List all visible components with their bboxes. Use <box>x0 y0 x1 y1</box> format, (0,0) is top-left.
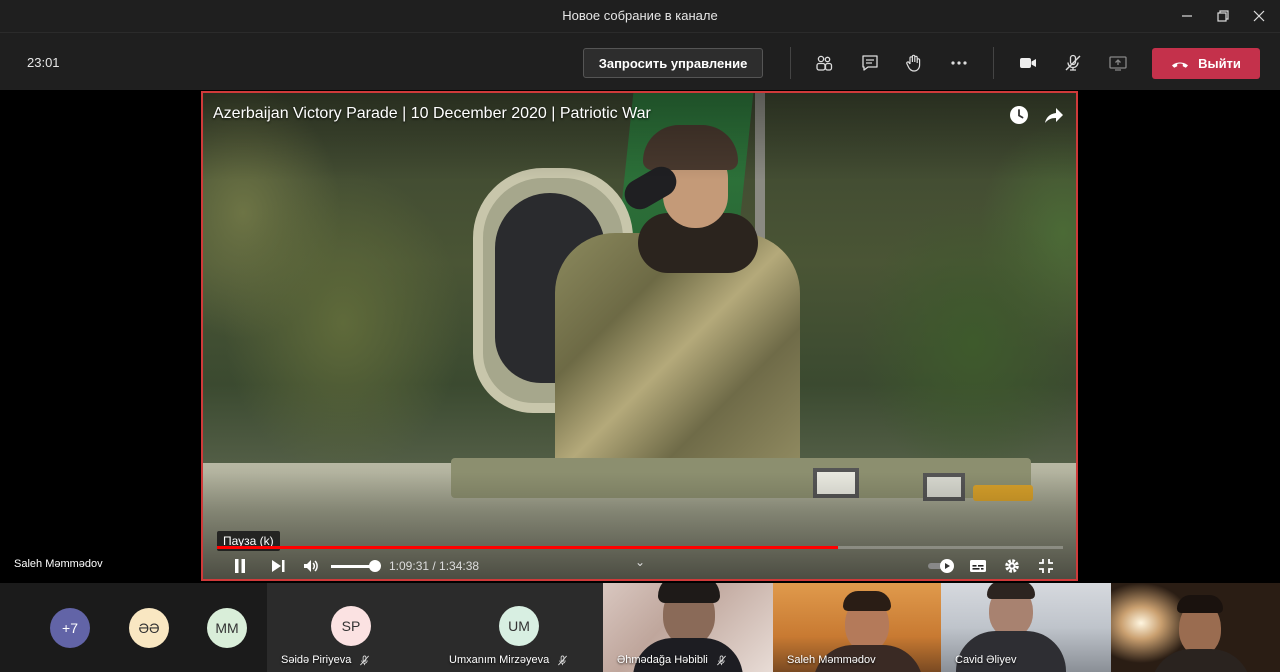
participant-shoulders <box>1151 649 1251 672</box>
meeting-timer: 23:01 <box>27 55 60 70</box>
share-screen-icon[interactable] <box>1105 50 1131 76</box>
shared-video-frame[interactable]: Azerbaijan Victory Parade | 10 December … <box>201 91 1078 581</box>
next-icon[interactable] <box>269 556 287 576</box>
pause-icon[interactable] <box>231 556 249 576</box>
subtitles-icon[interactable] <box>969 556 987 576</box>
participant-name-label: Saleh Məmmədov <box>787 654 876 666</box>
participant-hair <box>987 583 1035 599</box>
raise-hand-icon[interactable] <box>901 50 927 76</box>
participant-name: Umxanım Mirzəyeva <box>449 654 568 666</box>
window-title: Новое собрание в канале <box>562 8 718 23</box>
video-vignette <box>203 93 1076 579</box>
microphone-muted-icon <box>716 655 726 665</box>
settings-gear-icon[interactable] <box>1003 556 1021 576</box>
microphone-muted-icon[interactable] <box>1060 50 1086 76</box>
video-progress-bar[interactable] <box>217 546 1063 549</box>
volume-slider-knob[interactable] <box>369 560 381 572</box>
participant-video-tile[interactable]: Cavid Əliyev <box>941 583 1111 672</box>
leave-button[interactable]: Выйти <box>1152 48 1260 79</box>
participant-name: Əhmədağa Həbibli <box>617 654 727 666</box>
participants-icon[interactable] <box>811 50 837 76</box>
exit-fullscreen-icon[interactable] <box>1037 556 1055 576</box>
participant-name: Səidə Piriyeva <box>281 654 370 666</box>
microphone-muted-icon <box>360 655 370 665</box>
more-options-icon[interactable] <box>946 50 972 76</box>
participant-name-label: Əhmədağa Həbibli <box>617 654 708 666</box>
participant-video-tile[interactable] <box>1111 583 1280 672</box>
participant-avatar[interactable]: ƏƏ <box>129 608 169 648</box>
participant-video-tile[interactable]: Saleh Məmmədov <box>773 583 941 672</box>
volume-icon[interactable] <box>302 556 320 576</box>
share-icon[interactable] <box>1043 104 1065 126</box>
toolbar-divider <box>993 47 994 79</box>
leave-label: Выйти <box>1198 56 1241 71</box>
participant-tile[interactable]: SP Səidə Piriyeva <box>267 583 435 672</box>
toolbar-divider <box>790 47 791 79</box>
minimize-icon[interactable] <box>1170 0 1204 32</box>
participant-avatar[interactable]: MM <box>207 608 247 648</box>
video-title[interactable]: Azerbaijan Victory Parade | 10 December … <box>213 105 651 123</box>
close-icon[interactable] <box>1242 0 1276 32</box>
participant-name-label: Cavid Əliyev <box>955 654 1017 666</box>
participant-avatar: SP <box>331 606 371 646</box>
participant-hair <box>1177 595 1223 613</box>
participant-name-label: Umxanım Mirzəyeva <box>449 654 550 666</box>
participant-name: Cavid Əliyev <box>955 654 1016 666</box>
video-progress-fill <box>217 546 839 549</box>
watch-later-icon[interactable] <box>1008 104 1030 126</box>
overflow-participants-badge[interactable]: +7 <box>50 608 90 648</box>
participant-tile[interactable]: UM Umxanım Mirzəyeva <box>435 583 603 672</box>
chevron-down-icon[interactable]: ⌄ <box>635 555 645 569</box>
chat-icon[interactable] <box>857 50 883 76</box>
participant-avatar: UM <box>499 606 539 646</box>
request-control-button[interactable]: Запросить управление <box>583 48 763 78</box>
restore-icon[interactable] <box>1206 0 1240 32</box>
camera-icon[interactable] <box>1015 50 1041 76</box>
participant-video-tile[interactable]: Əhmədağa Həbibli <box>603 583 773 672</box>
participant-hair <box>843 591 891 611</box>
presenter-name: Saleh Məmmədov <box>14 558 103 570</box>
autoplay-toggle-icon[interactable] <box>927 556 957 576</box>
hang-up-icon <box>1172 62 1189 68</box>
participant-name: Saleh Məmmədov <box>787 654 876 666</box>
participant-name-label: Səidə Piriyeva <box>281 654 352 666</box>
participant-hair <box>658 583 720 603</box>
meeting-toolbar: 23:01 Запросить управление Выйти <box>0 32 1280 90</box>
title-bar: Новое собрание в канале <box>0 0 1280 32</box>
video-time-display: 1:09:31 / 1:34:38 <box>389 559 480 573</box>
microphone-muted-icon <box>558 655 568 665</box>
